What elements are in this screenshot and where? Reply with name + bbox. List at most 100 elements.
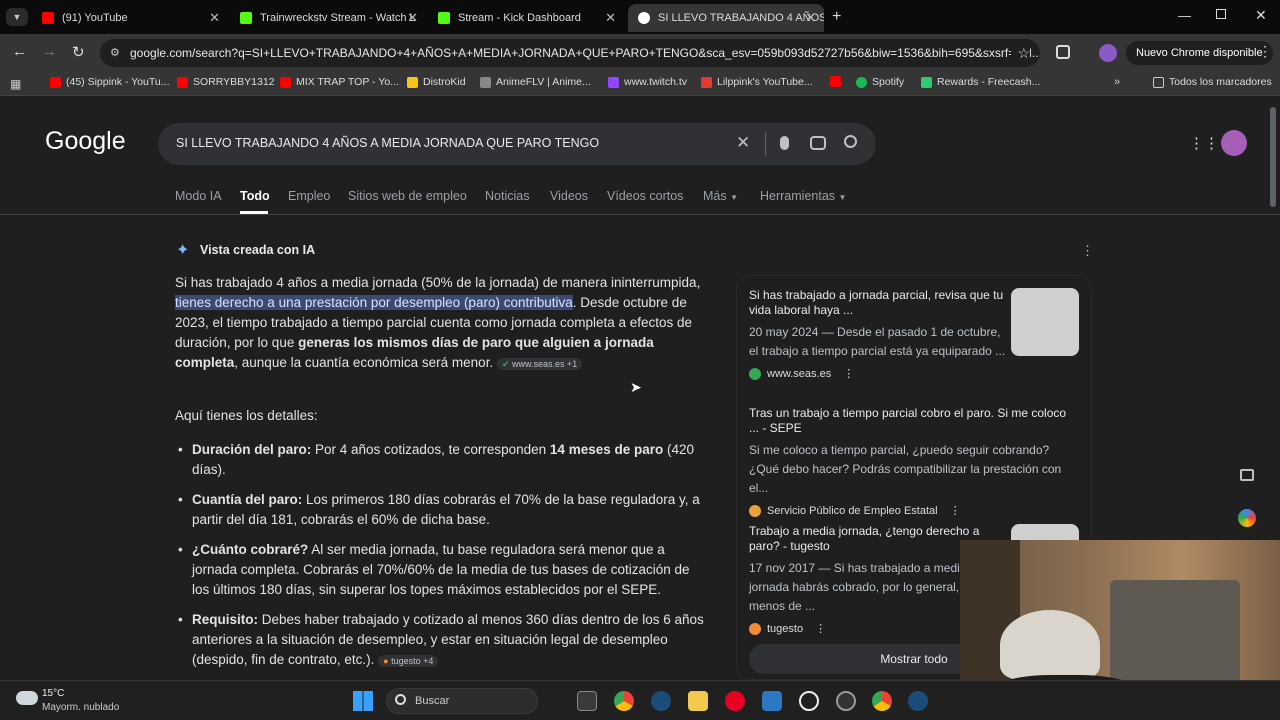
bookmark-item[interactable]: MIX TRAP TOP - Yo... <box>280 76 399 88</box>
kick-icon <box>240 12 252 24</box>
source-site[interactable]: Servicio Público de Empleo Estatal ⋮ <box>749 504 1079 517</box>
bookmark-item[interactable]: Rewards - Freecash... <box>921 76 1040 88</box>
spotify-icon <box>856 76 867 88</box>
tab-google-search[interactable]: SI LLEVO TRABAJANDO 4 AÑOS ✕ <box>628 4 824 32</box>
bookmark-item[interactable]: AnimeFLV | Anime... <box>480 76 591 88</box>
bookmark-item[interactable]: (45) Sippink - YouTu... <box>50 76 170 88</box>
lens-camera-icon[interactable] <box>810 136 826 150</box>
page-scrollbar[interactable] <box>1270 107 1276 207</box>
chrome-icon[interactable] <box>614 691 634 711</box>
google-icon <box>638 12 650 24</box>
tab-herramientas[interactable]: Herramientas ▼ <box>760 189 846 203</box>
reading-mode-icon[interactable] <box>1240 469 1254 481</box>
bullet-head: Cuantía del paro: <box>192 492 303 507</box>
more-options-icon[interactable]: ⋮ <box>843 367 854 380</box>
chrome-active-icon[interactable] <box>872 691 892 711</box>
taskbar-search[interactable]: Buscar <box>386 688 538 714</box>
source-site[interactable]: www.seas.es ⋮ <box>749 367 1079 380</box>
close-window-button[interactable]: ✕ <box>1255 7 1267 24</box>
back-icon[interactable]: ← <box>12 43 27 60</box>
bookmark-item[interactable] <box>830 76 846 87</box>
bookmark-item[interactable]: Lilppink's YouTube... <box>701 76 813 88</box>
tab-videos-cortos[interactable]: Vídeos cortos <box>607 189 683 203</box>
tab-mas[interactable]: Más ▼ <box>703 189 738 203</box>
account-avatar[interactable] <box>1221 130 1247 156</box>
list-item: • Duración del paro: Por 4 años cotizado… <box>178 442 695 477</box>
close-icon[interactable]: ✕ <box>805 10 816 26</box>
tab-modo-ia[interactable]: Modo IA <box>175 189 222 203</box>
menu-kebab-icon[interactable]: ⋮ <box>1258 43 1272 60</box>
more-options-icon[interactable]: ⋮ <box>815 622 826 635</box>
weather-cloud-icon[interactable] <box>16 691 38 705</box>
chatgpt-icon[interactable] <box>799 691 819 711</box>
youtube-icon <box>830 76 841 87</box>
weather-desc[interactable]: Mayorm. nublado <box>42 702 119 713</box>
chevron-down-icon: ▼ <box>838 193 847 202</box>
reload-icon[interactable]: ↻ <box>72 43 85 61</box>
tab-kick-dashboard[interactable]: Stream - Kick Dashboard ✕ <box>428 4 624 32</box>
search-icon[interactable] <box>844 135 857 148</box>
more-options-icon[interactable]: ⋮ <box>1081 243 1094 259</box>
minimize-button[interactable]: — <box>1178 8 1191 23</box>
source-chip[interactable]: ● tugesto +4 <box>378 655 439 667</box>
summary-text: Si has trabajado 4 años a media jornada … <box>175 275 701 290</box>
obs-icon[interactable] <box>836 691 856 711</box>
close-icon[interactable]: ✕ <box>209 10 220 26</box>
pinterest-icon[interactable] <box>725 691 745 711</box>
source-card[interactable]: Si has trabajado a jornada parcial, revi… <box>749 288 1079 380</box>
source-card[interactable]: Tras un trabajo a tiempo parcial cobro e… <box>749 406 1079 517</box>
all-bookmarks[interactable]: Todos los marcadores <box>1153 76 1272 88</box>
close-icon[interactable]: ✕ <box>407 10 418 26</box>
tab-noticias[interactable]: Noticias <box>485 189 529 203</box>
tab-empleo[interactable]: Empleo <box>288 189 330 203</box>
address-bar[interactable]: ⚙ google.com/search?q=SI+LLEVO+TRABAJAND… <box>100 39 1040 67</box>
lens-float-icon[interactable] <box>1238 509 1256 527</box>
bullet-bold: 14 meses de paro <box>549 442 664 457</box>
search-input[interactable]: SI LLEVO TRABAJANDO 4 AÑOS A MEDIA JORNA… <box>176 136 599 150</box>
twitch-icon <box>608 76 619 88</box>
forward-icon[interactable]: → <box>42 43 57 60</box>
bookmark-star-icon[interactable]: ☆ <box>1011 39 1030 67</box>
chevron-right-icon[interactable]: » <box>1114 76 1120 88</box>
steam-icon[interactable] <box>651 691 671 711</box>
source-chip[interactable]: ✔ www.seas.es +1 <box>496 358 583 370</box>
bookmark-item[interactable]: SORRYBBY1312 <box>177 76 275 88</box>
google-logo[interactable]: Google <box>45 127 126 156</box>
search-box[interactable]: SI LLEVO TRABAJANDO 4 AÑOS A MEDIA JORNA… <box>158 123 876 165</box>
tab-videos[interactable]: Videos <box>550 189 588 203</box>
source-snippet: 17 nov 2017 — Si has trabajado a media j… <box>749 561 967 613</box>
bookmark-item[interactable]: Spotify <box>856 76 904 88</box>
task-view-icon[interactable] <box>577 691 597 711</box>
apps-grid-icon[interactable]: ▦ <box>10 77 21 91</box>
tab-youtube[interactable]: (91) YouTube ✕ <box>32 4 228 32</box>
maximize-button[interactable] <box>1216 9 1226 19</box>
google-apps-icon[interactable]: ⋮⋮ <box>1189 134 1219 152</box>
extensions-icon[interactable] <box>1056 45 1070 59</box>
chrome-update-button[interactable]: Nuevo Chrome disponible <box>1126 41 1273 65</box>
store-icon[interactable] <box>762 691 782 711</box>
source-title[interactable]: Tras un trabajo a tiempo parcial cobro e… <box>749 406 1079 436</box>
more-options-icon[interactable]: ⋮ <box>950 504 961 517</box>
clear-icon[interactable]: ✕ <box>736 133 750 153</box>
tab-todo[interactable]: Todo <box>240 189 270 203</box>
steam-icon[interactable] <box>908 691 928 711</box>
bookmark-item[interactable]: www.twitch.tv <box>608 76 687 88</box>
profile-avatar[interactable] <box>1099 44 1117 62</box>
bookmark-item[interactable]: DistroKid <box>407 76 466 88</box>
tab-title: Stream - Kick Dashboard <box>458 12 581 24</box>
source-title[interactable]: Trabajo a media jornada, ¿tengo derecho … <box>749 524 989 554</box>
microphone-icon[interactable] <box>780 136 789 150</box>
windows-start-icon[interactable] <box>353 691 373 711</box>
tab-trainwreckstv[interactable]: Trainwreckstv Stream - Watch L ✕ <box>230 4 426 32</box>
kick-icon <box>438 12 450 24</box>
youtube-icon <box>177 76 188 88</box>
new-tab-button[interactable]: + <box>832 8 841 26</box>
tab-search-menu-button[interactable]: ▼ <box>6 8 28 26</box>
file-explorer-icon[interactable] <box>688 691 708 711</box>
weather-temp[interactable]: 15°C <box>42 688 64 699</box>
close-icon[interactable]: ✕ <box>605 10 616 26</box>
tab-sitios-empleo[interactable]: Sitios web de empleo <box>348 189 467 203</box>
list-item: • Requisito: Debes haber trabajado y cot… <box>178 612 704 667</box>
source-title[interactable]: Si has trabajado a jornada parcial, revi… <box>749 288 1005 318</box>
site-info-icon[interactable]: ⚙ <box>110 39 120 67</box>
